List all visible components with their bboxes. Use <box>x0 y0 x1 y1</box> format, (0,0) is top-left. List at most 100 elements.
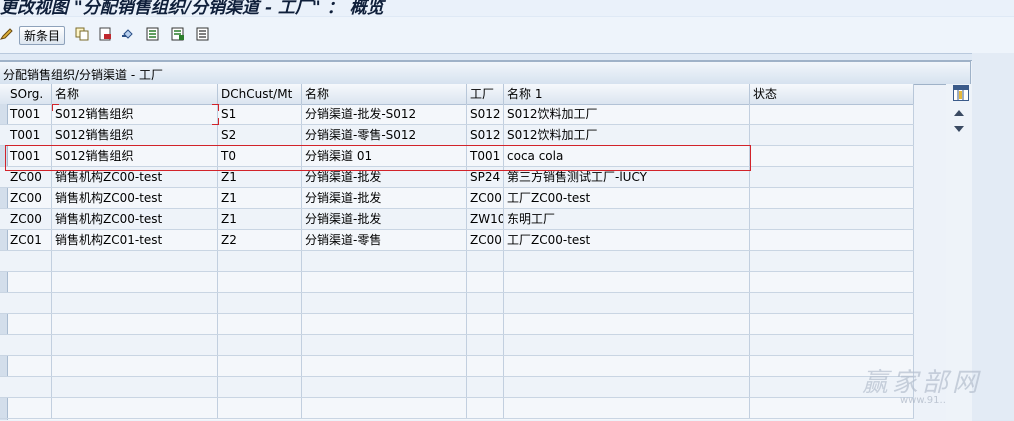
cell-sales-org-name[interactable] <box>52 314 218 334</box>
cell-plant[interactable]: ZC00 <box>467 188 504 208</box>
cell-channel-name[interactable] <box>302 377 467 397</box>
cell-plant[interactable] <box>467 398 504 418</box>
cell-distribution-channel[interactable] <box>218 356 302 376</box>
cell-channel-name[interactable] <box>302 398 467 418</box>
cell-plant-name[interactable]: 工厂ZC00-test <box>504 188 750 208</box>
table-row[interactable] <box>0 272 914 293</box>
table-row[interactable]: ZC01 销售机构ZC01-test Z2 分销渠道-零售 ZC00 工厂ZC00-tes… <box>0 230 914 251</box>
cell-channel-name[interactable]: 分销渠道-零售 <box>302 230 467 250</box>
column-header-sales-org[interactable]: SOrg. <box>7 84 52 104</box>
cell-plant-name[interactable] <box>504 272 750 292</box>
table-row[interactable] <box>0 293 914 314</box>
cell-sales-org-name[interactable] <box>52 377 218 397</box>
cell-sales-org[interactable] <box>7 377 52 397</box>
cell-plant[interactable]: S012 <box>467 104 504 124</box>
cell-status[interactable] <box>750 314 914 334</box>
cell-channel-name[interactable] <box>302 356 467 376</box>
cell-sales-org[interactable]: T001 <box>7 125 52 145</box>
cell-plant-name[interactable] <box>504 398 750 418</box>
cell-plant-name[interactable] <box>504 293 750 313</box>
scroll-up-icon[interactable] <box>954 110 964 116</box>
cell-status[interactable] <box>750 209 914 229</box>
cell-channel-name[interactable] <box>302 293 467 313</box>
table-row[interactable] <box>0 314 914 335</box>
cell-status[interactable] <box>750 272 914 292</box>
cell-sales-org-name[interactable] <box>52 398 218 418</box>
undo-icon[interactable] <box>120 25 136 43</box>
select-all-icon[interactable] <box>145 25 161 43</box>
table-row[interactable]: T001 S012销售组织 S2 分销渠道-零售-S012 S012 S012饮料加工厂 <box>0 125 914 146</box>
cell-sales-org-name[interactable]: 销售机构ZC00-test <box>52 188 218 208</box>
cell-channel-name[interactable]: 分销渠道-批发 <box>302 209 467 229</box>
cell-status[interactable] <box>750 230 914 250</box>
cell-status[interactable] <box>750 398 914 418</box>
cell-sales-org-name[interactable] <box>52 272 218 292</box>
cell-status[interactable] <box>750 293 914 313</box>
cell-sales-org-name[interactable] <box>52 293 218 313</box>
cell-plant-name[interactable] <box>504 314 750 334</box>
column-header-plant[interactable]: 工厂 <box>467 84 504 104</box>
cell-sales-org-name[interactable]: S012销售组织 <box>52 125 218 145</box>
cell-distribution-channel[interactable] <box>218 398 302 418</box>
table-row[interactable] <box>0 356 914 377</box>
column-header-distribution-channel[interactable]: DChCust/Mt <box>218 84 302 104</box>
table-row[interactable] <box>0 398 914 419</box>
cell-channel-name[interactable] <box>302 272 467 292</box>
scroll-down-icon[interactable] <box>954 126 964 132</box>
table-row[interactable]: T001 S012销售组织 S1 分销渠道-批发-S012 S012 S012饮料加工厂 <box>0 104 914 125</box>
cell-sales-org[interactable]: ZC00 <box>7 209 52 229</box>
table-row[interactable] <box>0 335 914 356</box>
cell-channel-name[interactable] <box>302 314 467 334</box>
cell-distribution-channel[interactable] <box>218 251 302 271</box>
cell-sales-org-name[interactable] <box>52 356 218 376</box>
cell-sales-org[interactable] <box>7 398 52 418</box>
pencil-icon[interactable] <box>0 25 14 43</box>
cell-plant-name[interactable] <box>504 356 750 376</box>
table-row[interactable] <box>0 377 914 398</box>
cell-sales-org[interactable] <box>7 251 52 271</box>
cell-plant-name[interactable] <box>504 377 750 397</box>
cell-sales-org-name[interactable] <box>52 335 218 355</box>
table-row[interactable]: ZC00 销售机构ZC00-test Z1 分销渠道-批发 ZC00 工厂ZC00-tes… <box>0 188 914 209</box>
cell-distribution-channel[interactable] <box>218 293 302 313</box>
cell-distribution-channel[interactable]: S1 <box>218 104 302 124</box>
cell-distribution-channel[interactable]: S2 <box>218 125 302 145</box>
cell-sales-org-name[interactable] <box>52 251 218 271</box>
cell-sales-org-name[interactable]: 销售机构ZC00-test <box>52 209 218 229</box>
cell-plant[interactable] <box>467 314 504 334</box>
cell-distribution-channel[interactable] <box>218 335 302 355</box>
cell-status[interactable] <box>750 104 914 124</box>
cell-sales-org[interactable]: T001 <box>7 104 52 124</box>
cell-plant-name[interactable]: S012饮料加工厂 <box>504 104 750 124</box>
cell-plant[interactable] <box>467 377 504 397</box>
cell-distribution-channel[interactable]: Z1 <box>218 209 302 229</box>
deselect-all-icon[interactable] <box>195 25 211 43</box>
cell-plant-name[interactable] <box>504 335 750 355</box>
cell-plant[interactable] <box>467 356 504 376</box>
cell-plant[interactable]: S012 <box>467 125 504 145</box>
cell-sales-org-name[interactable]: S012销售组织 <box>52 104 218 124</box>
cell-plant[interactable] <box>467 272 504 292</box>
cell-channel-name[interactable]: 分销渠道-零售-S012 <box>302 125 467 145</box>
cell-plant[interactable]: ZC00 <box>467 230 504 250</box>
column-settings-icon[interactable] <box>953 85 969 101</box>
cell-sales-org-name[interactable]: 销售机构ZC01-test <box>52 230 218 250</box>
cell-plant-name[interactable]: 东明工厂 <box>504 209 750 229</box>
column-header-sales-org-name[interactable]: 名称 <box>52 84 218 104</box>
cell-channel-name[interactable] <box>302 335 467 355</box>
cell-status[interactable] <box>750 188 914 208</box>
cell-plant-name[interactable]: 工厂ZC00-test <box>504 230 750 250</box>
cell-distribution-channel[interactable] <box>218 377 302 397</box>
cell-plant-name[interactable] <box>504 251 750 271</box>
cell-plant[interactable] <box>467 293 504 313</box>
cell-status[interactable] <box>750 146 914 166</box>
cell-sales-org[interactable]: ZC01 <box>7 230 52 250</box>
cell-plant[interactable] <box>467 251 504 271</box>
cell-sales-org[interactable] <box>7 272 52 292</box>
cell-sales-org[interactable] <box>7 293 52 313</box>
cell-status[interactable] <box>750 335 914 355</box>
cell-distribution-channel[interactable] <box>218 272 302 292</box>
cell-sales-org[interactable] <box>7 314 52 334</box>
cell-sales-org[interactable] <box>7 356 52 376</box>
new-entries-button[interactable]: 新条目 <box>19 26 65 45</box>
